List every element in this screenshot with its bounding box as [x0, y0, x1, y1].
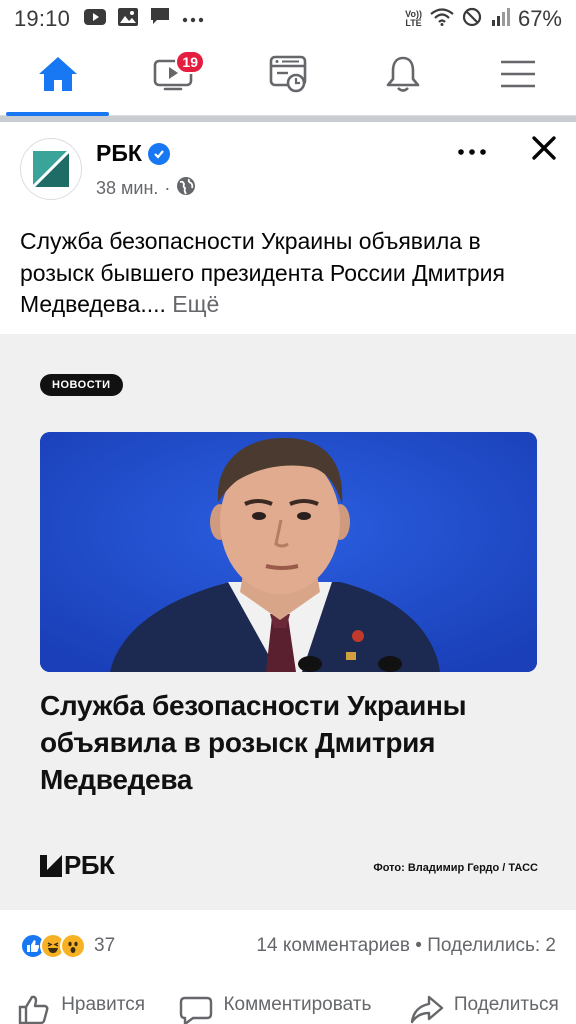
status-notification-icons	[84, 7, 204, 31]
card-headline[interactable]: Служба безопасности Украины объявила в р…	[40, 687, 540, 798]
battery-percent: 67%	[517, 6, 562, 31]
home-icon	[37, 55, 79, 98]
shares-count[interactable]: Поделились: 2	[427, 935, 556, 956]
status-bar: 19:10 Vo)) LTE 67%	[0, 0, 576, 38]
post-header: РБК 38 мин. ·	[0, 122, 576, 218]
wifi-icon	[430, 7, 454, 31]
nav-feeds[interactable]	[230, 38, 345, 115]
close-icon	[531, 135, 557, 166]
youtube-notification-icon	[84, 8, 107, 31]
nav-notifications[interactable]	[346, 38, 461, 115]
reaction-count[interactable]: 37	[94, 935, 115, 957]
feeds-icon	[268, 54, 308, 99]
thumbs-up-icon	[17, 994, 51, 1024]
notifications-icon	[384, 54, 422, 99]
volte-indicator: Vo)) LTE	[405, 9, 422, 28]
stats-separator: •	[415, 935, 422, 956]
verified-icon	[147, 142, 170, 165]
rbc-slash-icon	[40, 854, 62, 877]
post-actions: Нравится Комментировать Поделиться	[0, 984, 576, 1024]
post-meta: 38 мин. ·	[96, 176, 196, 201]
page-name-link[interactable]: РБК	[96, 140, 170, 167]
card-logo-text: РБК	[64, 850, 115, 880]
nav-menu[interactable]	[461, 38, 576, 115]
do-not-disturb-icon	[462, 7, 482, 32]
photo-credit: Фото: Владимир Гердо / ТАСС	[373, 862, 538, 874]
menu-icon	[499, 58, 537, 95]
wow-reaction-icon	[60, 933, 86, 959]
news-tag: НОВОСТИ	[40, 374, 123, 396]
post-body: Служба безопасности Украины объявила в р…	[20, 228, 505, 317]
like-button[interactable]: Нравится	[17, 994, 145, 1024]
reactions-summary: 37 14 комментариев • Поделились: 2	[0, 924, 576, 968]
link-preview-card[interactable]: НОВОСТИ Служба безопасности Украины объя…	[0, 334, 576, 910]
like-label: Нравится	[61, 994, 146, 1015]
see-more-link[interactable]: Ещё	[172, 291, 219, 317]
comment-button[interactable]: Комментировать	[179, 994, 375, 1024]
share-button[interactable]: Поделиться	[410, 994, 559, 1024]
engagement-stats: 14 комментариев • Поделились: 2	[256, 935, 556, 957]
status-system-icons: Vo)) LTE 67%	[405, 6, 562, 32]
share-label: Поделиться	[453, 994, 559, 1015]
nav-watch[interactable]: 19	[115, 38, 230, 115]
comment-icon	[179, 994, 213, 1024]
watch-badge: 19	[175, 50, 206, 74]
comments-count[interactable]: 14 комментариев	[256, 935, 410, 956]
reaction-icons[interactable]	[20, 933, 86, 959]
article-photo	[40, 432, 537, 672]
article-photo-image	[40, 432, 537, 672]
status-time: 19:10	[14, 6, 71, 31]
rbc-logo-icon	[33, 151, 69, 187]
post-text: Служба безопасности Украины объявила в р…	[20, 226, 560, 321]
post-options-button[interactable]	[452, 136, 492, 166]
page-avatar[interactable]	[20, 138, 82, 200]
gallery-notification-icon	[118, 7, 139, 31]
nav-home[interactable]	[0, 38, 115, 116]
top-navigation: 19	[0, 38, 576, 116]
more-notifications-icon	[182, 10, 204, 28]
share-icon	[410, 994, 444, 1024]
more-horizontal-icon	[458, 142, 486, 160]
globe-icon	[176, 176, 196, 201]
meta-separator: ·	[164, 178, 171, 198]
comment-label: Комментировать	[223, 994, 372, 1015]
hide-post-button[interactable]	[524, 132, 564, 168]
signal-icon	[490, 7, 510, 31]
card-brand-logo: РБК	[40, 850, 115, 881]
post-time[interactable]: 38 мин.	[96, 178, 158, 199]
page-name[interactable]: РБК	[96, 140, 142, 167]
message-notification-icon	[150, 7, 170, 31]
